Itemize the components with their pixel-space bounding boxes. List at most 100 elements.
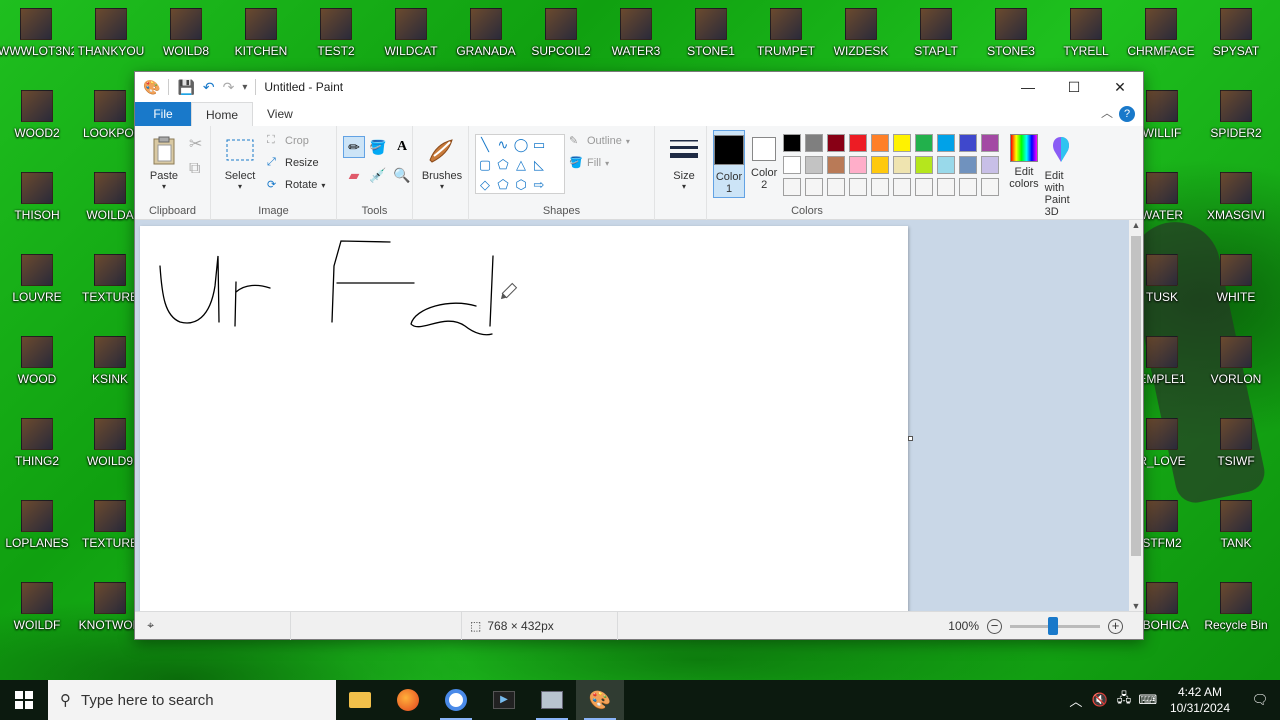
palette-swatch[interactable] [805, 134, 824, 152]
palette-swatch[interactable] [871, 156, 890, 174]
undo-icon[interactable]: ↶ [203, 79, 215, 96]
copy-icon[interactable]: ⧉ [189, 160, 202, 178]
taskbar-search-box[interactable]: ⚲ Type here to search [48, 680, 336, 720]
cut-icon[interactable]: ✂ [189, 134, 202, 154]
palette-swatch[interactable] [959, 156, 978, 174]
palette-swatch[interactable] [827, 134, 846, 152]
palette-swatch[interactable] [805, 156, 824, 174]
drawing-canvas[interactable] [140, 226, 913, 611]
desktop-icon[interactable]: WATER3 [598, 8, 674, 78]
desktop-icon[interactable]: WWWLOT3N2 Desktop [0, 8, 74, 78]
palette-swatch[interactable] [915, 134, 934, 152]
shapes-gallery[interactable]: ╲ ∿ ◯ ▭ ▢ ⬠ △ ◺ ◇ ⬠ ⬡ ⇨ [475, 134, 565, 194]
save-icon[interactable]: 💾 [177, 79, 194, 96]
desktop-icon[interactable]: WOILD8 [148, 8, 224, 78]
size-button[interactable]: Size ▾ [661, 130, 707, 191]
color2-button[interactable]: Color 2 [751, 130, 777, 198]
desktop-icon[interactable]: TEST2 [298, 8, 374, 78]
palette-swatch[interactable] [805, 178, 824, 196]
right-triangle-shape-icon[interactable]: ◺ [534, 157, 544, 173]
desktop-icon[interactable]: GRANADA [448, 8, 524, 78]
polygon-shape-icon[interactable]: ⬠ [497, 157, 508, 173]
notifications-icon[interactable]: 🗨 [1240, 692, 1280, 708]
tab-file[interactable]: File [135, 102, 191, 126]
desktop-icon[interactable]: SPIDER2 [1198, 90, 1274, 160]
tab-view[interactable]: View [253, 102, 307, 126]
desktop-icon[interactable]: TANK [1198, 500, 1274, 570]
desktop-icon[interactable]: SPYSAT [1198, 8, 1274, 78]
palette-swatch[interactable] [937, 178, 956, 196]
desktop-icon[interactable]: CHRMFACE [1123, 8, 1199, 78]
fill-tool-icon[interactable]: 🪣 [367, 136, 389, 158]
maximize-button[interactable]: ☐ [1051, 72, 1097, 102]
crop-button[interactable]: ⛶ Crop [267, 130, 325, 152]
palette-swatch[interactable] [893, 134, 912, 152]
file-explorer-icon[interactable] [336, 680, 384, 720]
palette-swatch[interactable] [959, 178, 978, 196]
desktop-icon[interactable]: LOUVRE [0, 254, 75, 324]
desktop-icon[interactable]: WOILDF [0, 582, 75, 652]
palette-swatch[interactable] [827, 156, 846, 174]
desktop-icon[interactable]: THING2 [0, 418, 75, 488]
show-hidden-icons[interactable]: ︿ [1064, 691, 1088, 710]
palette-swatch[interactable] [871, 178, 890, 196]
desktop-icon[interactable]: LOPLANES [0, 500, 75, 570]
palette-swatch[interactable] [937, 134, 956, 152]
rotate-button[interactable]: ⟳ Rotate ▾ [267, 174, 325, 196]
tab-home[interactable]: Home [191, 102, 254, 126]
minimize-button[interactable]: — [1005, 72, 1051, 102]
help-icon[interactable]: ? [1119, 106, 1135, 122]
edit-with-paint3d-button[interactable]: Edit with Paint 3D [1045, 130, 1077, 218]
hexagon-shape-icon[interactable]: ⬡ [515, 177, 526, 193]
palette-swatch[interactable] [783, 134, 802, 152]
rectangle-shape-icon[interactable]: ▭ [533, 137, 545, 153]
palette-swatch[interactable] [827, 178, 846, 196]
keyboard-icon[interactable]: ⌨ [1136, 692, 1160, 708]
media-player-icon[interactable]: ▶ [480, 680, 528, 720]
brushes-button[interactable]: Brushes ▾ [419, 130, 465, 191]
palette-swatch[interactable] [981, 156, 1000, 174]
zoom-in-button[interactable]: + [1108, 618, 1123, 634]
computer-app-icon[interactable] [528, 680, 576, 720]
line-shape-icon[interactable]: ╲ [481, 137, 489, 153]
collapse-ribbon-icon[interactable]: ︿ [1101, 104, 1113, 121]
desktop-icon[interactable]: KITCHEN [223, 8, 299, 78]
palette-swatch[interactable] [783, 178, 802, 196]
desktop-icon[interactable]: STONE1 [673, 8, 749, 78]
redo-icon[interactable]: ↷ [223, 79, 235, 96]
palette-swatch[interactable] [981, 178, 1000, 196]
paint-taskbar-icon[interactable]: 🎨 [576, 680, 624, 720]
network-icon[interactable]: 🖧 [1112, 689, 1136, 711]
palette-swatch[interactable] [981, 134, 1000, 152]
palette-swatch[interactable] [915, 156, 934, 174]
chrome-icon[interactable] [432, 680, 480, 720]
oval-shape-icon[interactable]: ◯ [514, 137, 529, 153]
desktop-icon[interactable]: THANKYOU [73, 8, 149, 78]
zoom-out-button[interactable]: − [987, 618, 1002, 634]
palette-swatch[interactable] [849, 178, 868, 196]
clock[interactable]: 4:42 AM 10/31/2024 [1160, 684, 1240, 716]
rounded-rectangle-shape-icon[interactable]: ▢ [479, 157, 491, 173]
desktop-icon[interactable]: VORLON [1198, 336, 1274, 406]
desktop-icon[interactable]: WIZDESK [823, 8, 899, 78]
resize-button[interactable]: ⤢ Resize [267, 152, 325, 174]
customize-qat-icon[interactable]: ▾ [242, 82, 247, 93]
desktop-icon[interactable]: TYRELL [1048, 8, 1124, 78]
firefox-icon[interactable] [384, 680, 432, 720]
desktop-icon[interactable]: WOOD [0, 336, 75, 406]
magnifier-icon[interactable]: 🔍 [391, 164, 413, 186]
vertical-scrollbar[interactable]: ▲ ▼ [1129, 220, 1143, 611]
paste-button[interactable]: Paste ▾ [141, 130, 187, 191]
palette-swatch[interactable] [959, 134, 978, 152]
curve-shape-icon[interactable]: ∿ [498, 137, 509, 153]
desktop-icon[interactable]: SUPCOIL2 [523, 8, 599, 78]
start-button[interactable] [0, 680, 48, 720]
volume-muted-icon[interactable]: 🔇 [1088, 692, 1112, 708]
outline-button[interactable]: ✎ Outline ▾ [569, 130, 630, 152]
desktop-icon[interactable]: WILDCAT [373, 8, 449, 78]
diamond-shape-icon[interactable]: ◇ [480, 177, 490, 193]
desktop-icon[interactable]: STONE3 [973, 8, 1049, 78]
fill-button[interactable]: 🪣 Fill ▾ [569, 152, 630, 174]
desktop-icon[interactable]: Recycle Bin [1198, 582, 1274, 652]
desktop-icon[interactable]: WHITE [1198, 254, 1274, 324]
